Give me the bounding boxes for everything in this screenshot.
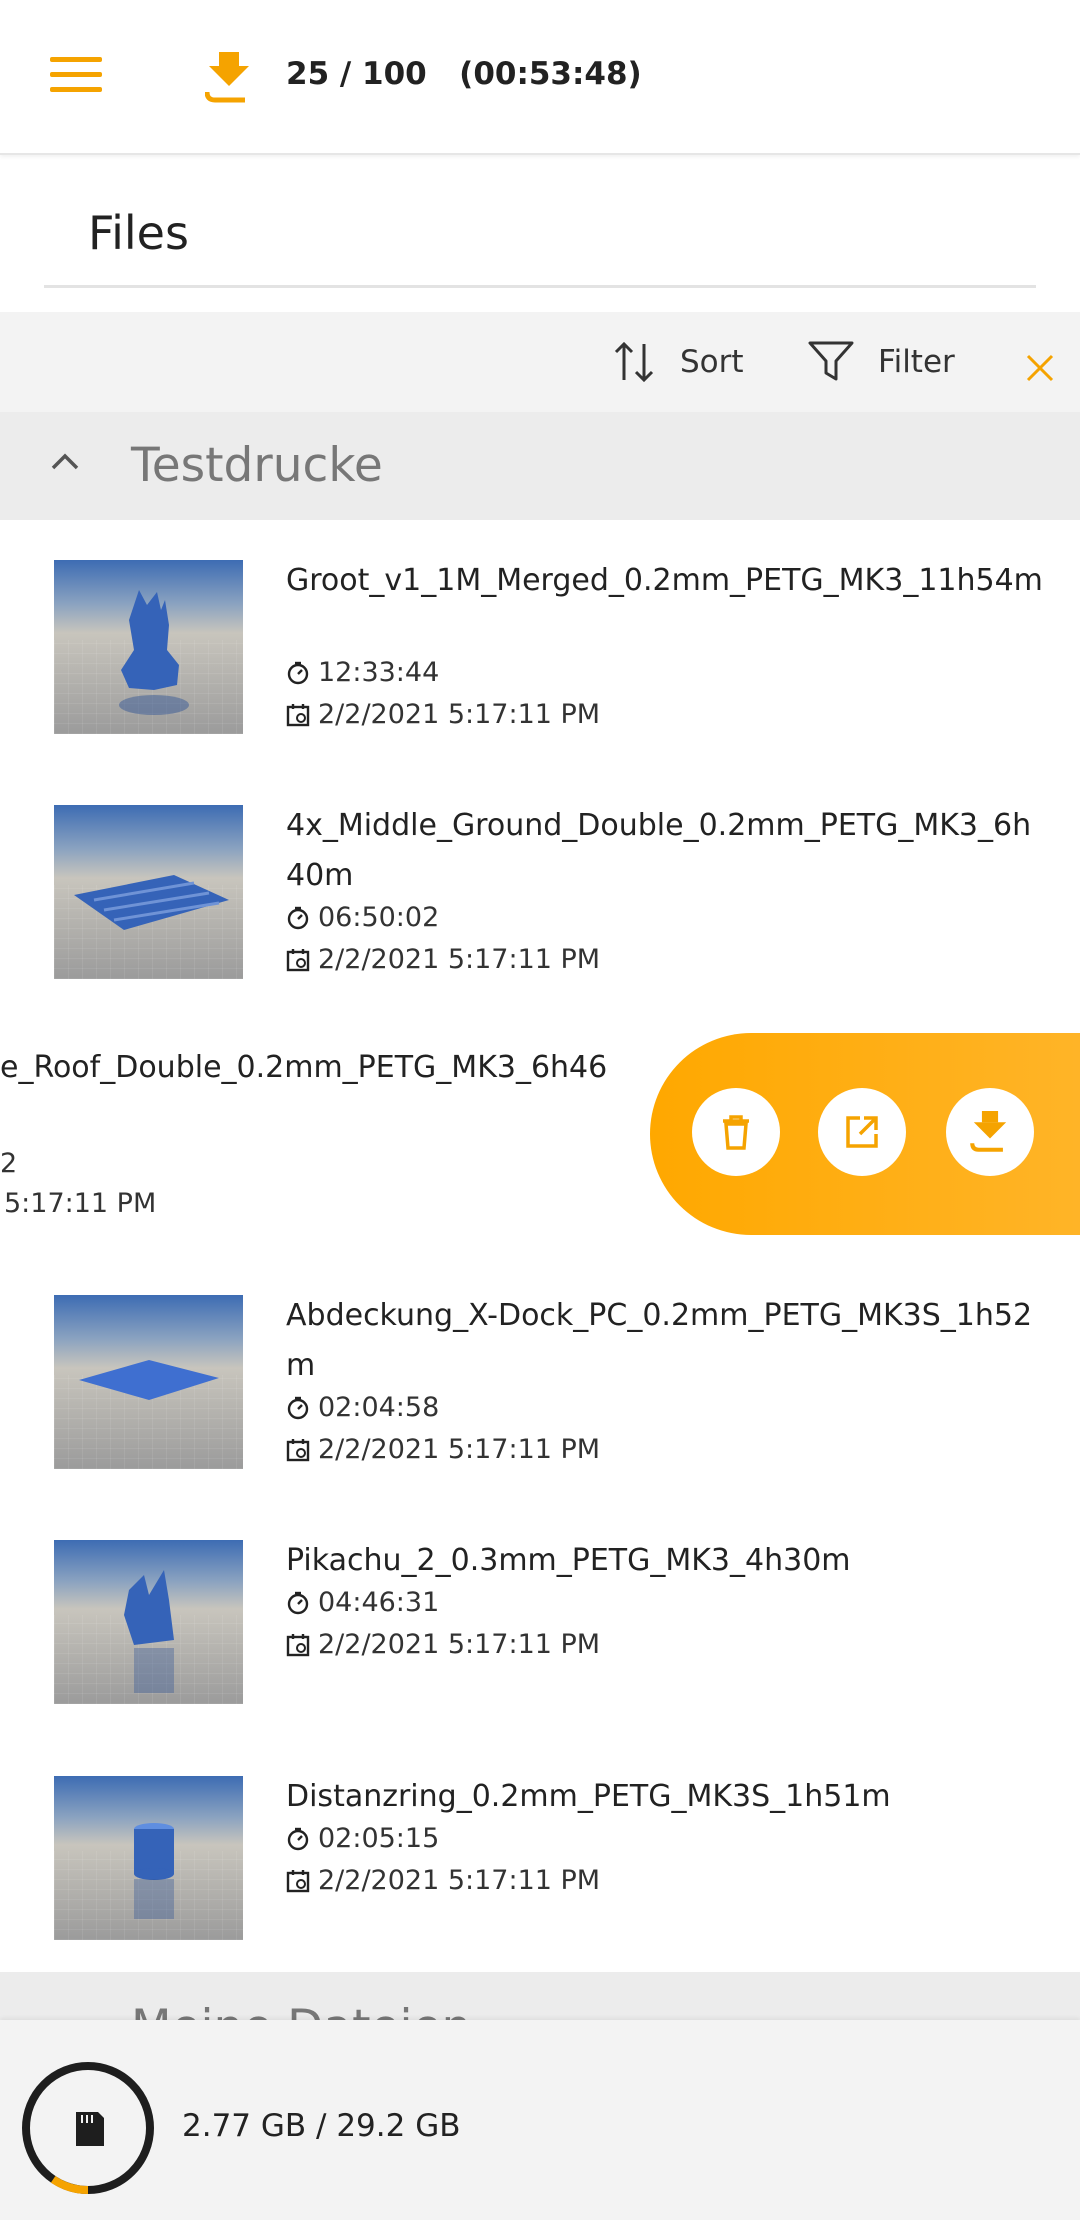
close-icon[interactable]: [1018, 346, 1062, 390]
file-duration-text: 2: [0, 1148, 18, 1179]
file-duration-text: 02:04:58: [318, 1392, 440, 1423]
section-header-testdrucke[interactable]: Testdrucke: [0, 412, 1080, 520]
filter-funnel-icon: [808, 341, 854, 381]
file-date: 2/2/2021 5:17:11 PM: [286, 1434, 600, 1465]
file-date-text: 5:17:11 PM: [4, 1188, 157, 1219]
file-list-item[interactable]: Abdeckung_X-Dock_PC_0.2mm_PETG_MK3S_1h52…: [0, 1275, 1080, 1520]
file-date-text: 2/2/2021 5:17:11 PM: [318, 944, 601, 975]
printer-download-icon[interactable]: [204, 52, 253, 104]
section-header-next[interactable]: Meine Dateien: [0, 1972, 1080, 2022]
file-thumbnail: [54, 1540, 243, 1704]
trash-icon: [723, 1115, 749, 1150]
file-list-item[interactable]: 4x_Middle_Ground_Double_0.2mm_PETG_MK3_6…: [0, 785, 1080, 1030]
file-duration: 02:05:15: [286, 1823, 439, 1854]
storage-usage-ring: [22, 2062, 154, 2194]
calendar-clock-icon: [286, 703, 310, 726]
section-title: Meine Dateien: [131, 2000, 471, 2022]
file-name: Pikachu_2_0.3mm_PETG_MK3_4h30m: [286, 1543, 851, 1578]
title-divider: [44, 285, 1036, 288]
timer-icon: [287, 906, 309, 929]
file-duration: 02:04:58: [286, 1392, 439, 1423]
file-name: Abdeckung_X-Dock_PC_0.2mm_PETG_MK3S_1h52…: [286, 1298, 1033, 1383]
filter-button[interactable]: Filter: [808, 332, 955, 392]
file-thumbnail: [54, 805, 243, 979]
sort-arrows-icon: [614, 341, 654, 383]
file-toolbar: Sort Filter: [0, 312, 1080, 412]
file-name: 4x_Middle_Ground_Double_0.2mm_PETG_MK3_6…: [286, 808, 1032, 893]
page-title: Files: [88, 206, 189, 260]
file-duration: 06:50:02: [286, 902, 439, 933]
storage-bar: 2.77 GB / 29.2 GB: [0, 2020, 1080, 2220]
open-external-button[interactable]: [818, 1088, 906, 1176]
file-date: 2/2/2021 5:17:11 PM: [286, 944, 600, 975]
swipe-action-panel: [650, 1033, 1080, 1235]
sort-label: Sort: [680, 344, 744, 380]
file-duration-text: 06:50:02: [318, 902, 440, 933]
file-list-item[interactable]: Distanzring_0.2mm_PETG_MK3S_1h51m 02:05:…: [0, 1756, 1080, 2001]
file-duration: 04:46:31: [286, 1587, 439, 1618]
print-download-icon: [970, 1111, 1007, 1152]
file-date: 2/2/2021 5:17:11 PM: [286, 1865, 600, 1896]
file-name: e_Roof_Double_0.2mm_PETG_MK3_6h46: [0, 1050, 608, 1085]
timer-icon: [287, 1591, 309, 1614]
chevron-up-icon: [51, 453, 79, 470]
file-thumbnail: [54, 560, 243, 734]
sort-button[interactable]: Sort: [612, 332, 744, 392]
timer-icon: [287, 661, 309, 684]
hamburger-menu-icon[interactable]: [42, 45, 110, 105]
job-status: 25 / 100 (00:53:48): [286, 56, 642, 92]
file-date: 2/2/2021 5:17:11 PM: [286, 699, 600, 730]
timer-icon: [287, 1827, 309, 1850]
file-thumbnail: [54, 1295, 243, 1469]
file-duration-text: 04:46:31: [318, 1587, 440, 1618]
file-date-text: 2/2/2021 5:17:11 PM: [318, 1629, 601, 1660]
timer-icon: [287, 1396, 309, 1419]
file-date: 2/2/2021 5:17:11 PM: [286, 1629, 600, 1660]
file-list-item[interactable]: Pikachu_2_0.3mm_PETG_MK3_4h30m 04:46:31 …: [0, 1520, 1080, 1765]
job-time: (00:53:48): [459, 56, 642, 92]
file-name: Distanzring_0.2mm_PETG_MK3S_1h51m: [286, 1779, 891, 1814]
file-date-text: 2/2/2021 5:17:11 PM: [318, 1434, 601, 1465]
calendar-clock-icon: [286, 1438, 310, 1461]
delete-button[interactable]: [692, 1088, 780, 1176]
sd-card-icon: [76, 2112, 104, 2146]
app-bar: 25 / 100 (00:53:48): [0, 0, 1080, 155]
calendar-clock-icon: [286, 948, 310, 971]
print-button[interactable]: [946, 1088, 1034, 1176]
open-external-icon: [846, 1116, 878, 1148]
storage-used-text: 2.77 GB / 29.2 GB: [182, 2108, 461, 2144]
file-name: Groot_v1_1M_Merged_0.2mm_PETG_MK3_11h54m: [286, 563, 1043, 598]
calendar-clock-icon: [286, 1869, 310, 1892]
job-progress: 25 / 100: [286, 56, 427, 92]
file-date-text: 2/2/2021 5:17:11 PM: [318, 699, 601, 730]
calendar-clock-icon: [286, 1633, 310, 1656]
file-duration-text: 12:33:44: [318, 657, 440, 688]
file-list-item[interactable]: Groot_v1_1M_Merged_0.2mm_PETG_MK3_11h54m…: [0, 540, 1080, 785]
section-title: Testdrucke: [131, 438, 383, 493]
filter-label: Filter: [878, 344, 955, 380]
file-thumbnail: [54, 1776, 243, 1940]
file-date-text: 2/2/2021 5:17:11 PM: [318, 1865, 601, 1896]
file-duration: 12:33:44: [286, 657, 439, 688]
file-duration-text: 02:05:15: [318, 1823, 440, 1854]
